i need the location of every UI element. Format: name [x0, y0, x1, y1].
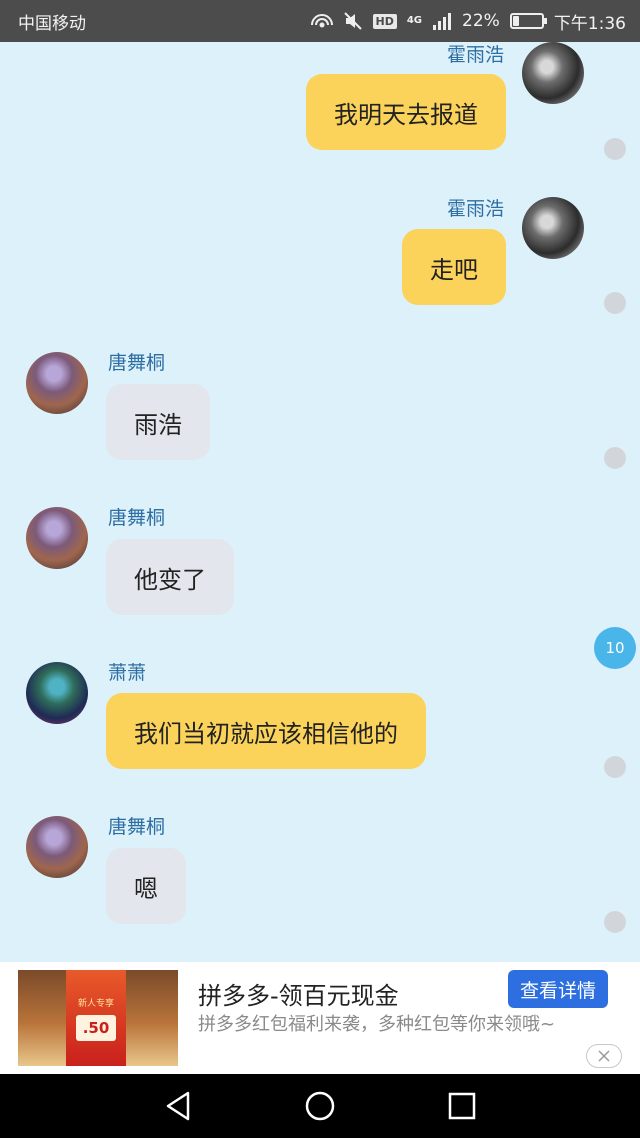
- avatar[interactable]: [26, 507, 88, 569]
- read-status-icon: [604, 756, 626, 778]
- recents-icon[interactable]: [446, 1090, 478, 1122]
- view-details-button[interactable]: 查看详情: [508, 970, 608, 1008]
- read-status-icon: [604, 447, 626, 469]
- read-status-icon: [604, 292, 626, 314]
- avatar[interactable]: [26, 352, 88, 414]
- network-label: 4G: [406, 15, 423, 26]
- screen: 中国移动 HD 4G 22% 下午1:36 霍雨浩 我明天去报道 霍雨浩 走吧 …: [0, 0, 640, 1138]
- hd-badge: HD: [372, 13, 397, 29]
- message-bubble[interactable]: 他变了: [106, 539, 234, 615]
- close-icon[interactable]: [586, 1044, 622, 1068]
- status-bar: 中国移动 HD 4G 22% 下午1:36: [0, 0, 640, 42]
- chat-area[interactable]: 霍雨浩 我明天去报道 霍雨浩 走吧 唐舞桐 雨浩 唐舞桐 他变了 萧萧 我们当初…: [0, 42, 640, 962]
- sender-name: 萧萧: [108, 662, 147, 684]
- sender-name: 霍雨浩: [446, 44, 504, 66]
- mute-icon: [343, 11, 363, 31]
- battery-icon: [509, 13, 547, 29]
- avatar[interactable]: [26, 662, 88, 724]
- avatar[interactable]: [26, 816, 88, 878]
- home-icon[interactable]: [304, 1090, 336, 1122]
- message-bubble[interactable]: 我们当初就应该相信他的: [106, 693, 426, 769]
- ad-description: 拼多多红包福利来袭，多种红包等你来领哦~: [198, 1014, 556, 1035]
- ad-banner[interactable]: 新人专享 .50 拼多多-领百元现金 拼多多红包福利来袭，多种红包等你来领哦~ …: [0, 962, 640, 1074]
- sender-name: 唐舞桐: [108, 507, 166, 529]
- red-envelope-graphic: 新人专享 .50: [66, 970, 126, 1066]
- carrier-label: 中国移动: [18, 13, 86, 34]
- signal-icon: [432, 12, 452, 30]
- ad-title[interactable]: 拼多多-领百元现金: [198, 976, 399, 1011]
- ad-image[interactable]: 新人专享 .50: [18, 970, 178, 1066]
- read-status-icon: [604, 138, 626, 160]
- clock: 下午1:36: [553, 13, 626, 34]
- battery-percent: 22%: [462, 11, 500, 31]
- message-bubble[interactable]: 嗯: [106, 848, 186, 924]
- avatar[interactable]: [522, 42, 584, 104]
- read-status-icon: [604, 911, 626, 933]
- ad-image-amount: .50: [76, 1014, 116, 1041]
- message-bubble[interactable]: 雨浩: [106, 384, 210, 460]
- hotspot-icon: [310, 11, 333, 31]
- sender-name: 霍雨浩: [446, 198, 504, 220]
- message-bubble[interactable]: 我明天去报道: [306, 74, 506, 150]
- unread-count-badge[interactable]: 10: [594, 627, 636, 669]
- message-bubble[interactable]: 走吧: [402, 229, 506, 305]
- ad-image-caption: 新人专享: [77, 998, 114, 1009]
- status-icons: HD 4G 22% 下午1:36: [310, 9, 626, 34]
- navigation-bar: [0, 1074, 640, 1138]
- sender-name: 唐舞桐: [108, 352, 166, 374]
- avatar[interactable]: [522, 197, 584, 259]
- sender-name: 唐舞桐: [108, 816, 166, 838]
- back-icon[interactable]: [162, 1090, 194, 1122]
